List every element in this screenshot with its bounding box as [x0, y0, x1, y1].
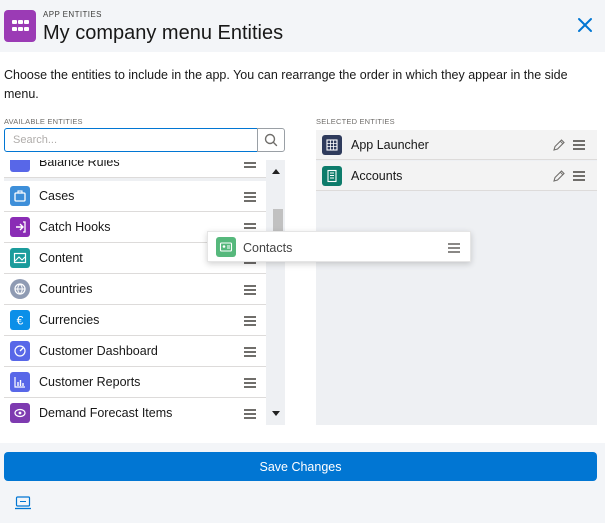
header-kicker: APP ENTITIES — [43, 10, 102, 19]
contact-icon — [216, 237, 236, 257]
dragging-item-label: Contacts — [243, 241, 293, 255]
list-item-label: Demand Forecast Items — [39, 406, 173, 420]
close-icon — [578, 18, 592, 32]
dashboard-icon — [10, 341, 30, 361]
available-entities-list[interactable]: Balance Rules Cases Catch Hooks Content … — [4, 160, 285, 425]
drag-handle-icon[interactable] — [244, 192, 256, 202]
drag-handle-icon[interactable] — [244, 378, 256, 388]
report-icon — [10, 372, 30, 392]
list-item-label: Balance Rules — [39, 160, 120, 169]
euro-icon: € — [10, 310, 30, 330]
list-item-balance-rules[interactable]: Balance Rules — [4, 160, 266, 178]
scroll-down-arrow-icon[interactable] — [272, 411, 280, 416]
edit-pencil-icon[interactable] — [552, 138, 566, 152]
modal-header: APP ENTITIES My company menu Entities — [0, 0, 605, 52]
hook-icon — [10, 217, 30, 237]
drag-handle-icon[interactable] — [244, 409, 256, 419]
scroll-up-arrow-icon[interactable] — [272, 169, 280, 174]
search-icon — [264, 133, 278, 147]
drag-handle-icon[interactable] — [448, 243, 460, 253]
list-item-label: Customer Dashboard — [39, 344, 158, 358]
drag-handle-icon[interactable] — [573, 171, 585, 181]
search-field[interactable] — [4, 128, 258, 152]
app-grid-icon — [4, 10, 36, 42]
page-title: My company menu Entities — [43, 22, 284, 44]
list-item-label: Content — [39, 251, 83, 265]
content-icon — [10, 248, 30, 268]
dragging-item-contacts[interactable]: Contacts — [207, 231, 471, 262]
save-changes-button[interactable]: Save Changes — [4, 452, 597, 481]
search-button[interactable] — [257, 128, 285, 152]
list-item-label: Customer Reports — [39, 375, 141, 389]
drag-handle-icon[interactable] — [244, 347, 256, 357]
selected-item-accounts[interactable]: Accounts — [316, 161, 597, 191]
list-item-currencies[interactable]: € Currencies — [4, 305, 266, 336]
account-icon — [322, 166, 342, 186]
selected-item-app-launcher[interactable]: App Launcher — [316, 130, 597, 160]
rules-icon — [10, 160, 30, 172]
list-item-countries[interactable]: Countries — [4, 274, 266, 305]
device-icon[interactable] — [14, 495, 32, 511]
description-text: Choose the entities to include in the ap… — [4, 68, 568, 101]
drag-handle-icon[interactable] — [244, 160, 256, 168]
drag-handle-icon[interactable] — [573, 140, 585, 150]
list-item-customer-reports[interactable]: Customer Reports — [4, 367, 266, 398]
app-launcher-icon — [322, 135, 342, 155]
selected-entities-label: SELECTED ENTITIES — [316, 117, 395, 126]
list-item-cases[interactable]: Cases — [4, 181, 266, 212]
list-item-label: Cases — [39, 189, 75, 203]
scrollbar[interactable] — [268, 160, 285, 425]
list-item-customer-dashboard[interactable]: Customer Dashboard — [4, 336, 266, 367]
list-item-demand-forecast-items[interactable]: Demand Forecast Items — [4, 398, 266, 425]
edit-pencil-icon[interactable] — [552, 169, 566, 183]
selected-item-label: App Launcher — [351, 138, 429, 152]
available-entities-label: AVAILABLE ENTITIES — [4, 117, 83, 126]
list-item-label: Catch Hooks — [39, 220, 111, 234]
list-item-label: Currencies — [39, 313, 100, 327]
drag-handle-icon[interactable] — [244, 285, 256, 295]
selected-entities-list[interactable]: App Launcher Accounts — [316, 130, 597, 425]
search-input[interactable] — [5, 129, 257, 151]
forecast-icon — [10, 403, 30, 423]
selected-item-label: Accounts — [351, 169, 403, 183]
svg-text:€: € — [17, 314, 24, 328]
case-icon — [10, 186, 30, 206]
close-button[interactable] — [574, 14, 596, 36]
drag-handle-icon[interactable] — [244, 316, 256, 326]
list-item-label: Countries — [39, 282, 93, 296]
globe-icon — [10, 279, 30, 299]
